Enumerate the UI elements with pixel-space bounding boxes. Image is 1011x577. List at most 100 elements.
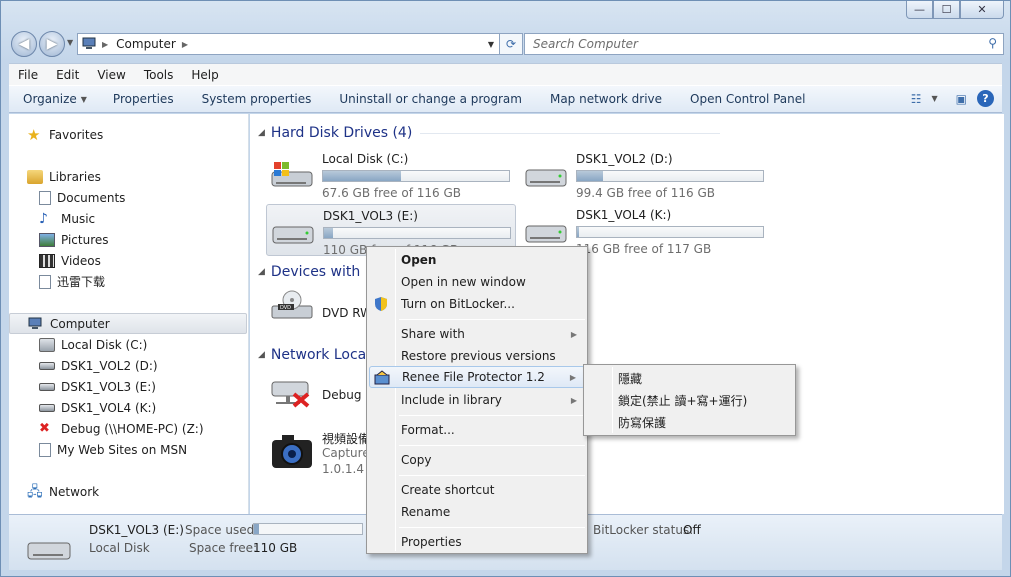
drive-local-disk-c[interactable]: Local Disk (C:) 67.6 GB free of 116 GB [266,148,516,200]
windows-drive-icon [271,162,313,187]
menu-item-include-library[interactable]: Include in library ▶ [369,389,585,411]
collapse-triangle-icon[interactable]: ◢ [258,267,265,277]
nav-xunlei[interactable]: 迅雷下载 [39,271,105,292]
map-network-drive-button[interactable]: Map network drive [536,92,676,106]
nav-my-web-sites[interactable]: My Web Sites on MSN [39,439,187,460]
nav-debug-drive[interactable]: ✖ Debug (\\HOME-PC) (Z:) [39,418,204,439]
menu-item-open[interactable]: Open [369,249,585,271]
nav-dsk1-vol4[interactable]: DSK1_VOL4 (K:) [39,397,156,418]
devices-group-header[interactable]: ◢ Devices with R [258,264,374,280]
nav-music[interactable]: ♪ Music [39,208,95,229]
nav-network[interactable]: 🖧 Network [27,481,99,502]
nav-label: Computer [50,316,110,331]
pictures-icon [39,232,55,247]
forward-arrow-icon: ▶ [46,36,58,52]
menu-help[interactable]: Help [182,68,227,82]
library-icon [39,274,51,289]
network-group-header[interactable]: ◢ Network Locat [258,347,372,363]
menu-item-restore-versions[interactable]: Restore previous versions [369,345,585,367]
collapse-triangle-icon[interactable]: ◢ [258,128,265,138]
nav-computer[interactable]: Computer [9,313,247,334]
submenu-item-write-protect[interactable]: 防寫保護 [618,414,666,431]
group-title: Network Locat [270,347,372,363]
open-control-panel-button[interactable]: Open Control Panel [676,92,819,106]
change-view-icon[interactable]: ☷ [911,92,922,106]
collapse-triangle-icon[interactable]: ◢ [258,350,265,360]
address-bar[interactable]: ▶ Computer ▶ ▼ [77,33,501,55]
menu-tools[interactable]: Tools [135,68,183,82]
menu-label: Format... [401,423,455,437]
maximize-button[interactable]: ☐ [933,1,960,19]
address-location[interactable]: Computer [116,37,176,51]
organize-dropdown-icon[interactable]: ▼ [81,95,87,104]
preview-pane-icon[interactable]: ▣ [956,92,967,106]
forward-button[interactable]: ▶ [39,31,65,57]
nav-documents[interactable]: Documents [39,187,125,208]
nav-favorites[interactable]: ★ Favorites [27,124,103,145]
refresh-button[interactable]: ⟳ [499,33,523,55]
menu-label: Turn on BitLocker... [401,297,515,311]
menu-item-create-shortcut[interactable]: Create shortcut [369,479,585,501]
hard-drive-icon [525,225,567,243]
submenu-item-hide[interactable]: 隱藏 [618,370,642,387]
menu-item-open-new-window[interactable]: Open in new window [369,271,585,293]
space-free-label: Space free: [189,541,258,555]
caption-buttons: — ☐ ✕ [906,1,1004,19]
drive-dsk1-vol2[interactable]: DSK1_VOL2 (D:) 99.4 GB free of 116 GB [520,148,770,200]
hard-drive-icon [27,542,71,560]
menu-view[interactable]: View [88,68,134,82]
nav-libraries[interactable]: Libraries [27,166,101,187]
hdd-group-header[interactable]: ◢ Hard Disk Drives (4) [258,125,721,141]
menu-item-share-with[interactable]: Share with ▶ [369,323,585,345]
nav-dsk1-vol3[interactable]: DSK1_VOL3 (E:) [39,376,156,397]
network-icon: 🖧 [27,483,43,500]
menu-file[interactable]: File [9,68,47,82]
device-detail: Capture [322,446,370,460]
nav-local-disk-c[interactable]: Local Disk (C:) [39,334,147,355]
breadcrumb-chevron-icon[interactable]: ▶ [102,40,108,49]
menu-label: Open [401,253,437,267]
nav-label: Libraries [49,169,101,184]
group-title: Devices with R [270,264,375,280]
space-used-fill [254,524,260,534]
search-input[interactable]: Search Computer ⚲ [524,33,1004,55]
nav-label: My Web Sites on MSN [57,442,188,457]
menu-item-renee-file-protector[interactable]: Renee File Protector 1.2 ▶ [369,366,585,388]
group-title: Hard Disk Drives (4) [270,125,413,141]
submenu-item-lock[interactable]: 鎖定(禁止 讀+寫+運行) [618,392,747,409]
nav-dsk1-vol2[interactable]: DSK1_VOL2 (D:) [39,355,158,376]
address-dropdown-icon[interactable]: ▼ [488,40,494,49]
menu-item-rename[interactable]: Rename [369,501,585,523]
close-button[interactable]: ✕ [960,1,1004,19]
system-properties-button[interactable]: System properties [188,92,326,106]
organize-button[interactable]: Organize [9,92,81,106]
menu-item-bitlocker[interactable]: Turn on BitLocker... [369,293,585,315]
minimize-button[interactable]: — [906,1,933,19]
nav-videos[interactable]: Videos [39,250,101,271]
menu-item-copy[interactable]: Copy [369,449,585,471]
help-icon[interactable]: ? [977,90,994,107]
film-strip-icon [39,253,55,268]
properties-button[interactable]: Properties [99,92,188,106]
menu-label: Restore previous versions [401,349,556,363]
menu-item-format[interactable]: Format... [369,419,585,441]
search-icon[interactable]: ⚲ [988,36,997,50]
view-dropdown-icon[interactable]: ▼ [932,94,938,103]
drive-free-space: 116 GB free of 117 GB [576,242,712,256]
nav-label: DSK1_VOL3 (E:) [61,379,156,394]
nav-pictures[interactable]: Pictures [39,229,109,250]
windows-drive-icon [39,337,55,352]
history-dropdown-icon[interactable]: ▼ [67,38,73,47]
menu-edit[interactable]: Edit [47,68,88,82]
menu-item-properties[interactable]: Properties [369,531,585,553]
back-button[interactable]: ◀ [11,31,37,57]
renee-submenu: 隱藏 鎖定(禁止 讀+寫+運行) 防寫保護 [583,364,796,436]
nav-label: Favorites [49,127,104,142]
uninstall-program-button[interactable]: Uninstall or change a program [325,92,536,106]
svg-text:DVD: DVD [280,305,291,311]
breadcrumb-chevron-icon[interactable]: ▶ [182,40,188,49]
space-used-label: Space used: [185,523,259,537]
document-icon [39,190,51,205]
hard-drive-icon [39,403,55,412]
menu-separator [399,475,585,476]
